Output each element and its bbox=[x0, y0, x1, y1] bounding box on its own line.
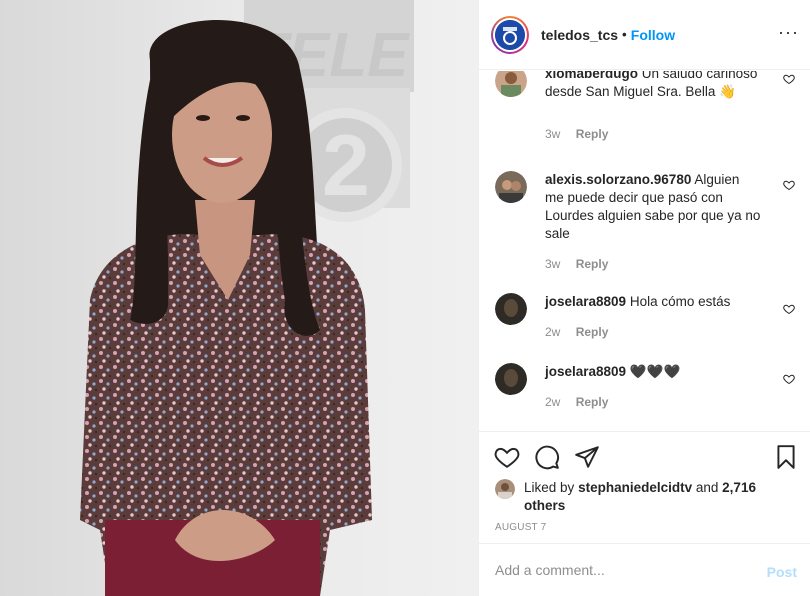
liker-avatar[interactable] bbox=[495, 479, 515, 499]
sign-number: 2 bbox=[322, 118, 370, 214]
comment-username[interactable]: alexis.solorzano.96780 bbox=[545, 172, 691, 187]
like-comment-heart-icon[interactable] bbox=[783, 73, 795, 85]
reply-button[interactable]: Reply bbox=[576, 325, 609, 339]
comment-time: 3w bbox=[545, 127, 561, 141]
like-comment-heart-icon[interactable] bbox=[783, 179, 795, 191]
reply-button[interactable]: Reply bbox=[576, 257, 609, 271]
teledos-logo-icon bbox=[495, 19, 525, 50]
commenter-avatar[interactable] bbox=[495, 171, 527, 203]
liker-username[interactable]: stephaniedelcidtv bbox=[578, 480, 692, 495]
share-send-icon[interactable] bbox=[574, 444, 600, 470]
header-username[interactable]: teledos_tcs bbox=[541, 27, 618, 43]
comment-text: 🖤🖤🖤 bbox=[629, 364, 681, 379]
post-actions: Liked by stephaniedelcidtv and 2,716 oth… bbox=[479, 431, 810, 543]
like-comment-heart-icon[interactable] bbox=[783, 373, 795, 385]
comment-time: 2w bbox=[545, 395, 561, 409]
post-header: teledos_tcs • Follow ··· bbox=[479, 0, 810, 70]
more-options-icon[interactable]: ··· bbox=[778, 23, 799, 41]
comment-time: 2w bbox=[545, 325, 561, 339]
comment-username[interactable]: joselara8809 bbox=[545, 294, 626, 309]
commenter-avatar[interactable] bbox=[495, 363, 527, 395]
comment-text: Hola cómo estás bbox=[629, 294, 731, 309]
header-separator: • bbox=[622, 27, 627, 42]
post-photo-illustration: TELE 2 bbox=[0, 0, 478, 596]
like-heart-icon[interactable] bbox=[494, 444, 520, 470]
post-side-panel: teledos_tcs • Follow ··· xiomaberdugo Un… bbox=[478, 0, 810, 596]
commenter-avatar[interactable] bbox=[495, 71, 527, 97]
like-comment-heart-icon[interactable] bbox=[783, 303, 795, 315]
save-bookmark-icon[interactable] bbox=[773, 444, 799, 470]
post-photo[interactable]: TELE 2 bbox=[0, 0, 478, 596]
reply-button[interactable]: Reply bbox=[576, 127, 609, 141]
commenter-avatar[interactable] bbox=[495, 293, 527, 325]
likes-conjunction: and bbox=[695, 480, 719, 495]
post-date[interactable]: AUGUST 7 bbox=[495, 522, 546, 533]
comment-username[interactable]: joselara8809 bbox=[545, 364, 626, 379]
add-comment-input[interactable] bbox=[495, 562, 745, 578]
instagram-post-view: TELE 2 teledos_tcs • Follow ··· xiomaber… bbox=[0, 0, 810, 596]
reply-button[interactable]: Reply bbox=[576, 395, 609, 409]
likes-prefix: Liked by bbox=[524, 480, 575, 495]
post-comment-button[interactable]: Post bbox=[767, 564, 797, 580]
comment-username[interactable]: xiomaberdugo bbox=[545, 71, 638, 81]
follow-button[interactable]: Follow bbox=[631, 27, 675, 43]
add-comment-bar: Post bbox=[479, 543, 810, 596]
comment-bubble-icon[interactable] bbox=[534, 444, 560, 470]
profile-avatar[interactable] bbox=[491, 15, 529, 54]
comments-list[interactable]: xiomaberdugo Un saludo cariñoso desde Sa… bbox=[479, 71, 810, 431]
comment-time: 3w bbox=[545, 257, 561, 271]
